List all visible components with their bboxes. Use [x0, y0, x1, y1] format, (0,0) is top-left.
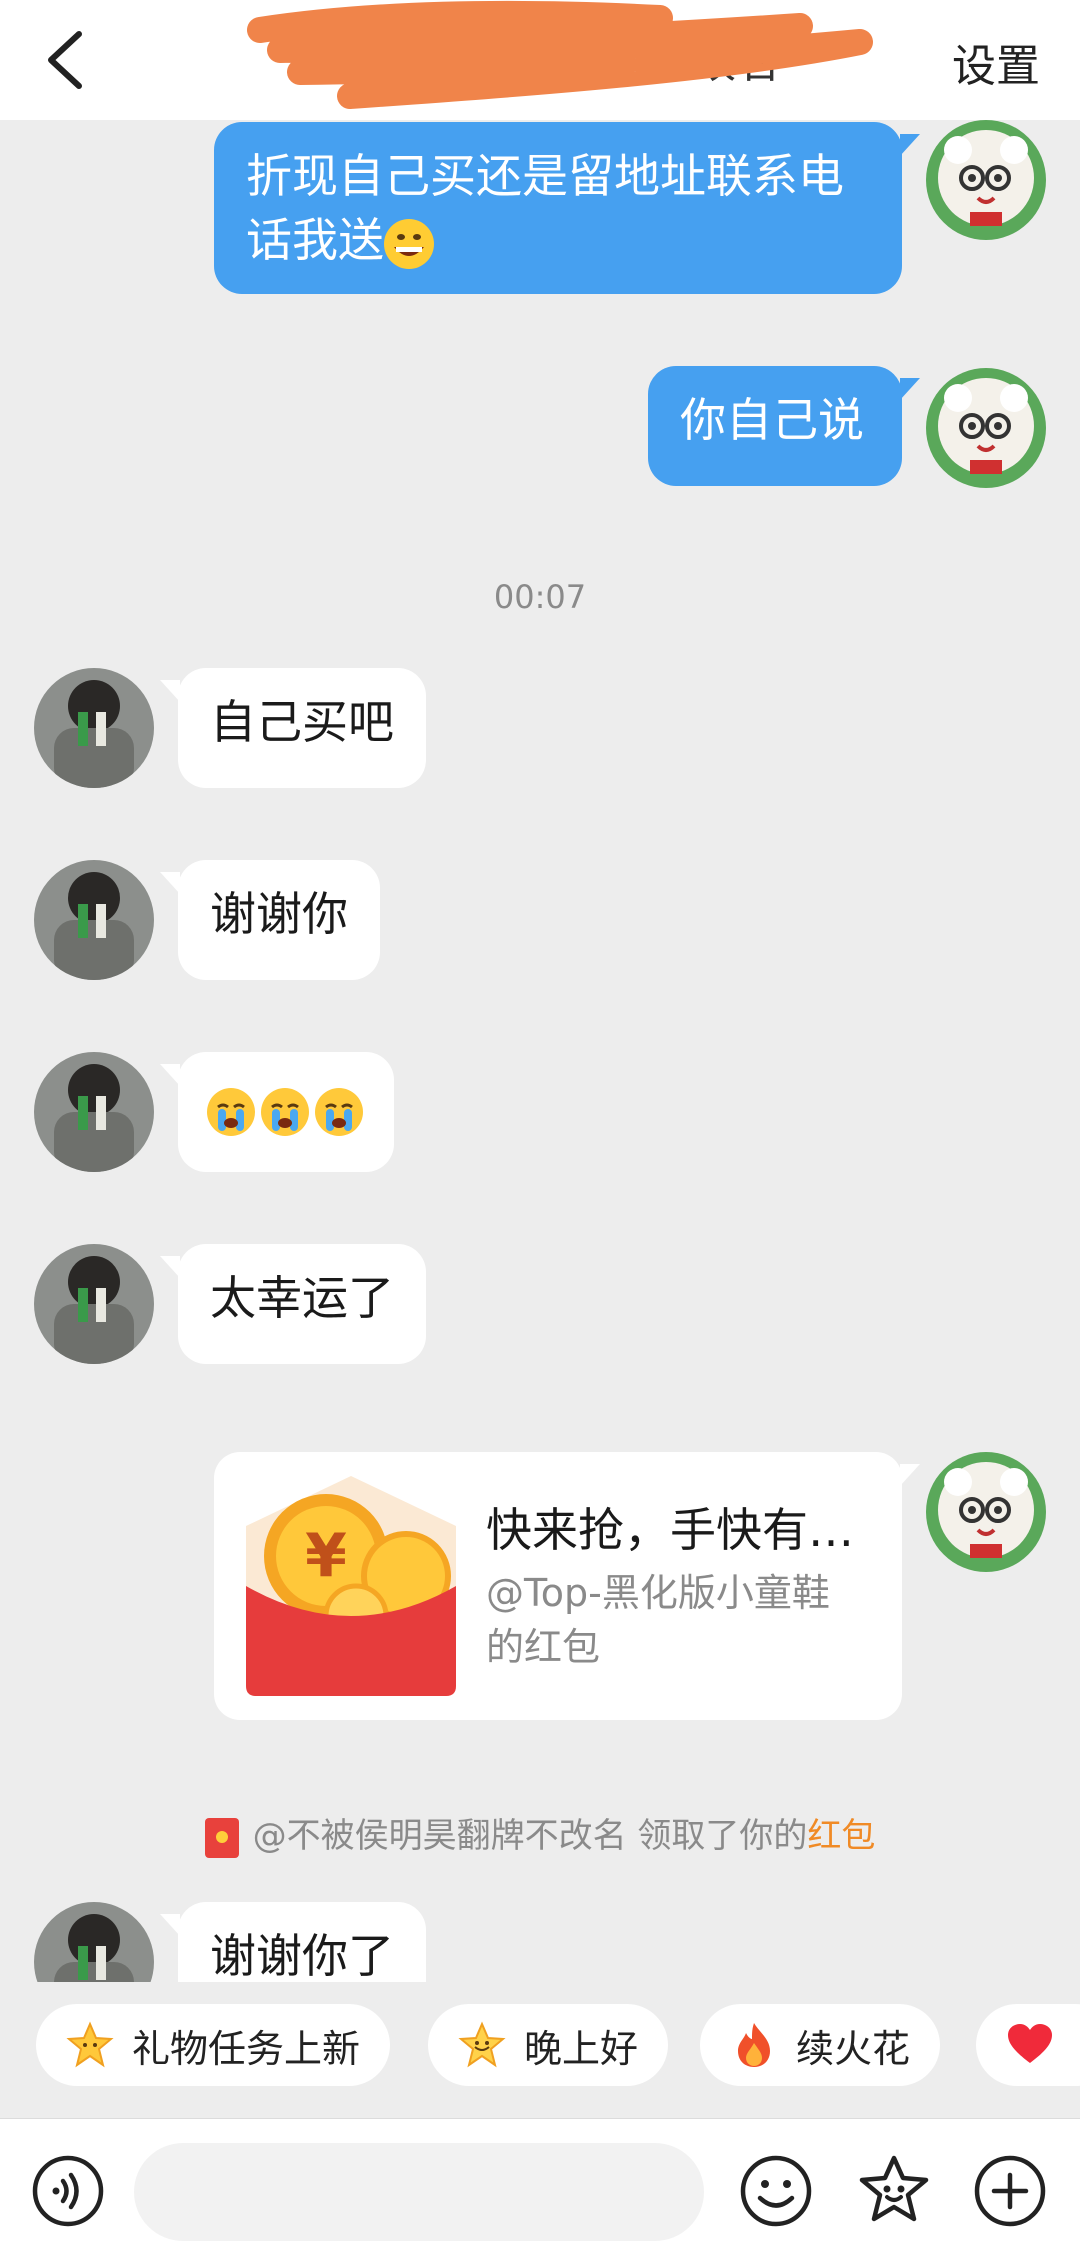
crying-emoji-icon — [261, 1088, 309, 1136]
chip-good-evening[interactable]: 晚上好 — [428, 2004, 669, 2086]
message-clip: 谢谢你了 — [0, 1890, 1080, 1982]
person-avatar-icon — [34, 1244, 154, 1364]
avatar-contact[interactable] — [34, 1902, 154, 1982]
settings-button[interactable]: 设置 — [952, 30, 1040, 94]
chevron-left-icon — [48, 31, 82, 89]
message-timestamp: 00:07 — [493, 578, 587, 616]
avatar-contact[interactable] — [34, 668, 154, 788]
quick-reply-bar: 礼物任务上新 晚上好 续火花 — [0, 1982, 1080, 2102]
message-text: 谢谢你了 — [210, 1929, 394, 1982]
notice-text: @不被侯明昊翻牌不改名 领取了你的 — [252, 1816, 808, 1856]
message-text: 你自己说 — [680, 393, 864, 447]
message-text: 折现自己买还是留地址联系电话我送 — [246, 149, 844, 267]
message-bubble-outgoing[interactable]: 你自己说 — [648, 366, 902, 486]
bubble-tail — [900, 1464, 920, 1486]
star-icon — [66, 2021, 114, 2068]
avatar-self[interactable] — [926, 368, 1046, 488]
sheep-avatar-icon — [926, 368, 1046, 488]
grin-emoji-icon — [384, 218, 434, 269]
chip-gift-task[interactable]: 礼物任务上新 — [36, 2004, 391, 2086]
emoji-button[interactable] — [738, 2153, 814, 2229]
plus-button[interactable] — [972, 2153, 1048, 2229]
bubble-tail — [160, 872, 180, 894]
sheep-avatar-icon — [926, 120, 1046, 240]
red-packet-card[interactable]: ¥ 快来抢，手快有… @Top-黑化版小童鞋的红包 — [214, 1452, 902, 1720]
message-bubble-incoming[interactable]: 太幸运了 — [178, 1244, 426, 1364]
crying-emoji-icon — [315, 1088, 363, 1136]
bubble-tail — [160, 1914, 180, 1936]
message-bubble-incoming[interactable]: 自己买吧 — [178, 668, 426, 788]
person-avatar-icon — [34, 860, 154, 980]
person-avatar-icon — [34, 668, 154, 788]
message-bubble-outgoing[interactable]: 折现自己买还是留地址联系电话我送 — [214, 122, 902, 294]
bubble-tail — [160, 680, 180, 702]
message-bubble-incoming[interactable]: 谢谢你了 — [178, 1902, 426, 1982]
sheep-avatar-icon — [926, 1452, 1046, 1572]
bubble-tail — [160, 1064, 180, 1086]
red-packet-small-icon — [204, 1817, 239, 1858]
sticker-button[interactable] — [856, 2153, 932, 2229]
input-bar — [0, 2118, 1080, 2268]
crying-emoji-icon — [207, 1088, 255, 1136]
message-text: 太幸运了 — [210, 1271, 394, 1325]
red-packet-sender: @Top-黑化版小童鞋的红包 — [486, 1571, 830, 1669]
bubble-tail — [900, 378, 920, 400]
chip-label: 礼物任务上新 — [132, 2026, 361, 2071]
red-packet-title: 快来抢，手快有… — [486, 1503, 854, 1557]
message-input[interactable] — [134, 2143, 704, 2241]
system-notice: @不被侯明昊翻牌不改名 领取了你的红包 — [0, 1808, 1080, 1858]
chat-header: 不被侯明昊翻牌不改名 设置 — [0, 0, 1080, 120]
message-text: 谢谢你 — [210, 887, 348, 941]
person-avatar-icon — [34, 1902, 154, 1982]
red-packet-icon: ¥ — [246, 1476, 456, 1696]
avatar-contact[interactable] — [34, 1052, 154, 1172]
redaction-scribble — [247, 0, 873, 109]
back-button[interactable] — [30, 22, 100, 98]
bubble-tail — [160, 1256, 180, 1278]
bubble-tail — [900, 134, 920, 156]
avatar-self[interactable] — [926, 1452, 1046, 1572]
voice-button[interactable] — [30, 2153, 106, 2229]
message-bubble-incoming[interactable] — [178, 1052, 394, 1172]
avatar-contact[interactable] — [34, 860, 154, 980]
chip-keep-spark[interactable]: 续火花 — [700, 2004, 941, 2086]
avatar-self[interactable] — [926, 120, 1046, 240]
heart-icon — [1008, 2024, 1052, 2063]
message-bubble-incoming[interactable]: 谢谢你 — [178, 860, 380, 980]
chip-label: 晚上好 — [524, 2026, 639, 2071]
fire-icon — [738, 2023, 770, 2067]
notice-red-packet-link[interactable]: 红包 — [807, 1816, 875, 1856]
svg-text:¥: ¥ — [305, 1521, 347, 1591]
person-avatar-icon — [34, 1052, 154, 1172]
chip-heart[interactable] — [976, 2004, 1080, 2086]
avatar-contact[interactable] — [34, 1244, 154, 1364]
star-face-icon — [458, 2021, 506, 2068]
message-text: 自己买吧 — [210, 695, 394, 749]
chip-label: 续火花 — [796, 2026, 911, 2071]
